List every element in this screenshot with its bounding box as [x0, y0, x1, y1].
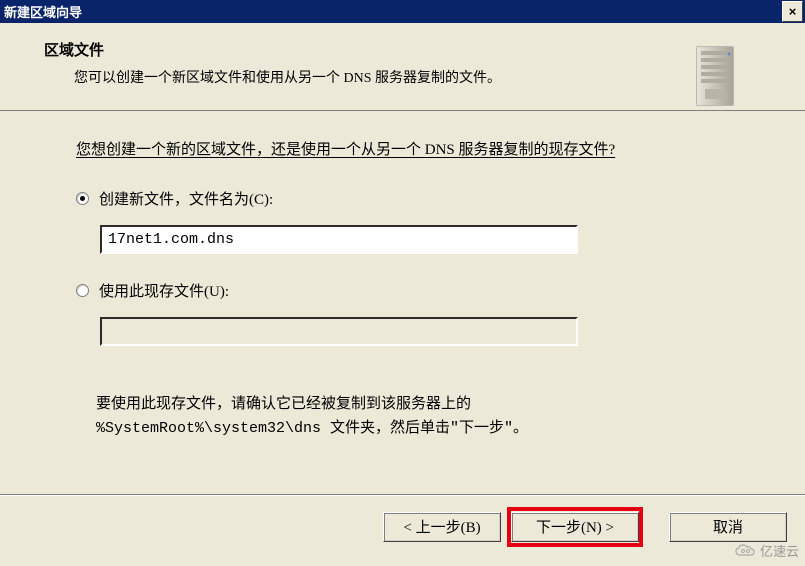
close-icon: ×	[789, 4, 797, 19]
radio-group: 创建新文件，文件名为(C): 使用此现存文件(U):	[76, 188, 729, 372]
button-bar: < 上一步(B) 下一步(N) > 取消	[0, 495, 805, 557]
back-button[interactable]: < 上一步(B)	[383, 512, 501, 542]
radio-create-circle	[76, 192, 89, 205]
radio-existing-label: 使用此现存文件(U):	[99, 280, 229, 301]
header-text: 区域文件 您可以创建一个新区域文件和使用从另一个 DNS 服务器复制的文件。	[44, 39, 685, 110]
next-button-highlight: 下一步(N) >	[507, 507, 643, 547]
next-button[interactable]: 下一步(N) >	[511, 512, 639, 542]
note-line-1: 要使用此现存文件，请确认它已经被复制到该服务器上的	[96, 396, 471, 412]
radio-create-new[interactable]: 创建新文件，文件名为(C):	[76, 188, 729, 209]
note-line-2: %SystemRoot%\system32\dns 文件夹，然后单击"下一步"。	[96, 420, 528, 437]
wizard-header: 区域文件 您可以创建一个新区域文件和使用从另一个 DNS 服务器复制的文件。	[0, 23, 805, 111]
titlebar: 新建区域向导 ×	[0, 0, 805, 23]
server-icon	[685, 39, 745, 111]
radio-existing-circle	[76, 284, 89, 297]
create-filename-input[interactable]	[100, 225, 578, 254]
question-text: 您想创建一个新的区域文件，还是使用一个从另一个 DNS 服务器复制的现存文件?	[76, 139, 729, 162]
header-title: 区域文件	[44, 39, 685, 60]
header-subtitle: 您可以创建一个新区域文件和使用从另一个 DNS 服务器复制的文件。	[44, 67, 685, 87]
note-text: 要使用此现存文件，请确认它已经被复制到该服务器上的 %SystemRoot%\s…	[96, 392, 729, 441]
radio-create-label: 创建新文件，文件名为(C):	[99, 188, 273, 209]
wizard-content: 您想创建一个新的区域文件，还是使用一个从另一个 DNS 服务器复制的现存文件? …	[0, 111, 805, 495]
window-title: 新建区域向导	[4, 2, 82, 21]
cancel-button[interactable]: 取消	[669, 512, 787, 542]
cloud-icon	[734, 543, 756, 559]
watermark: 亿速云	[734, 541, 799, 560]
radio-use-existing[interactable]: 使用此现存文件(U):	[76, 280, 729, 301]
watermark-text: 亿速云	[760, 541, 799, 560]
close-button[interactable]: ×	[782, 1, 803, 22]
existing-filename-input	[100, 317, 578, 346]
